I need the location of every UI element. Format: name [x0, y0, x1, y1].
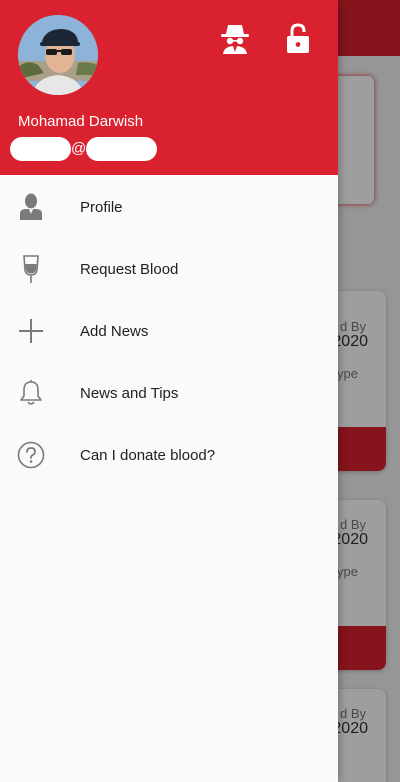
email-redaction-right	[86, 136, 158, 161]
menu-item-news-and-tips[interactable]: News and Tips	[0, 362, 338, 424]
navigation-drawer: Mohamad Darwish @ Profile Request Blood …	[0, 0, 338, 782]
menu-item-can-i-donate[interactable]: Can I donate blood?	[0, 424, 338, 486]
menu-item-request-blood[interactable]: Request Blood	[0, 238, 338, 300]
menu-label-request-blood: Request Blood	[80, 260, 179, 278]
user-email: @	[10, 136, 158, 161]
person-icon	[17, 193, 45, 221]
menu-label-profile: Profile	[80, 198, 123, 216]
avatar-photo	[18, 15, 98, 95]
drawer-menu: Profile Request Blood Add News News and …	[0, 176, 338, 486]
avatar[interactable]	[18, 15, 98, 95]
blood-bag-icon	[17, 255, 45, 283]
email-at-sign: @	[71, 140, 87, 157]
incognito-icon[interactable]	[220, 22, 250, 54]
plus-icon	[17, 317, 45, 345]
lock-open-icon[interactable]	[285, 22, 315, 54]
bell-icon	[17, 379, 45, 407]
menu-item-add-news[interactable]: Add News	[0, 300, 338, 362]
email-redaction-left	[10, 136, 71, 161]
menu-item-profile[interactable]: Profile	[0, 176, 338, 238]
drawer-header: Mohamad Darwish @	[0, 0, 338, 175]
menu-label-news-and-tips: News and Tips	[80, 384, 179, 402]
menu-label-can-i-donate: Can I donate blood?	[80, 446, 216, 464]
menu-label-add-news: Add News	[80, 322, 149, 340]
user-name: Mohamad Darwish	[18, 113, 144, 130]
help-circle-icon	[17, 441, 45, 469]
